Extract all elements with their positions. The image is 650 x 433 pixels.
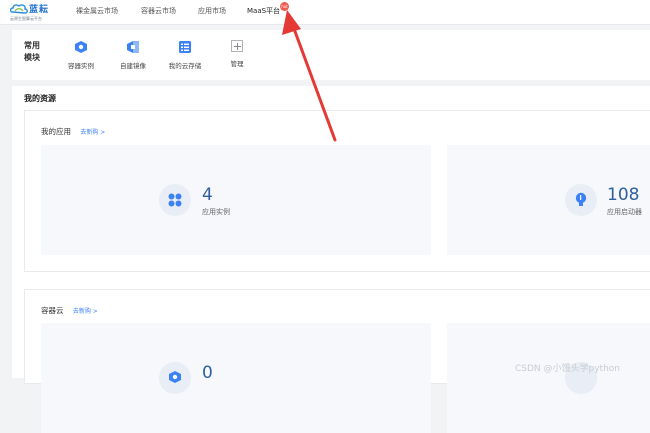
csdn-watermark: CSDN @小馒头学python xyxy=(515,364,621,374)
annotation-arrow-icon xyxy=(282,10,337,142)
